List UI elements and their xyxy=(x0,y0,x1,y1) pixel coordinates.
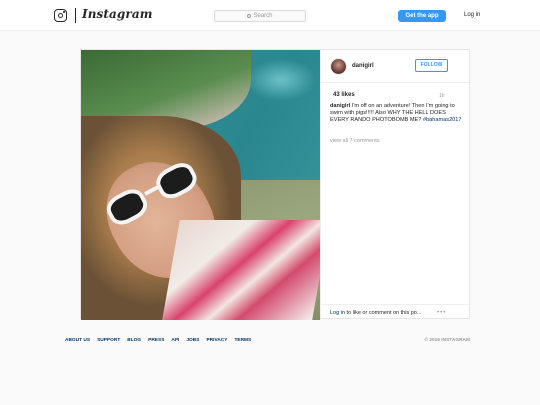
footer-link-press[interactable]: PRESS xyxy=(148,338,164,343)
search-input[interactable]: Search xyxy=(214,10,306,22)
footer: ABOUT US SUPPORT BLOG PRESS API JOBS PRI… xyxy=(65,338,470,346)
login-to-comment-prompt: Log in to like or comment on this po... xyxy=(330,310,434,316)
post-card: danigirl FOLLOW 43 likes 1h danigirl I'm… xyxy=(80,49,471,320)
follow-button[interactable]: FOLLOW xyxy=(415,59,448,72)
footer-nav: ABOUT US SUPPORT BLOG PRESS API JOBS PRI… xyxy=(65,338,251,343)
post-caption: danigirl I'm off on an adventure! Then I… xyxy=(330,103,464,124)
post-photo[interactable] xyxy=(81,50,320,320)
footer-link-terms[interactable]: TERMS xyxy=(234,338,251,343)
footer-link-blog[interactable]: BLOG xyxy=(127,338,141,343)
footer-link-jobs[interactable]: JOBS xyxy=(186,338,199,343)
sunglasses-lens-right xyxy=(151,158,202,204)
get-the-app-button[interactable]: Get the app xyxy=(398,10,446,22)
login-link[interactable]: Log in xyxy=(464,12,480,18)
comment-login-link[interactable]: Log in xyxy=(330,310,345,316)
post-age[interactable]: 1h xyxy=(439,93,445,99)
search-placeholder: Search xyxy=(253,13,273,19)
avatar[interactable] xyxy=(330,58,347,75)
caption-author[interactable]: danigirl xyxy=(330,103,350,109)
more-options-icon[interactable]: ••• xyxy=(437,310,446,316)
likes-count[interactable]: 43 likes xyxy=(333,92,355,98)
top-navigation-bar: Instagram Search Get the app Log in xyxy=(0,0,540,31)
comment-prompt-text: to like or comment on this po... xyxy=(345,310,422,316)
instagram-wordmark[interactable]: Instagram xyxy=(82,7,153,21)
post-header: danigirl FOLLOW xyxy=(321,50,471,83)
post-username[interactable]: danigirl xyxy=(352,63,374,69)
footer-link-privacy[interactable]: PRIVACY xyxy=(206,338,227,343)
instagram-camera-icon[interactable] xyxy=(54,9,67,22)
photo-scarf-shape xyxy=(162,220,320,320)
footer-link-api[interactable]: API xyxy=(171,338,179,343)
comment-bar: Log in to like or comment on this po... … xyxy=(321,304,471,320)
search-icon xyxy=(247,13,252,18)
post-sidebar: danigirl FOLLOW 43 likes 1h danigirl I'm… xyxy=(320,50,471,320)
camera-lens-shape xyxy=(57,12,63,18)
hashtag-link[interactable]: #bahamas2017 xyxy=(423,117,462,123)
footer-link-about-us[interactable]: ABOUT US xyxy=(65,338,90,343)
camera-dot-shape xyxy=(63,11,65,13)
view-all-comments-link[interactable]: view all 7 comments xyxy=(330,138,380,144)
footer-link-support[interactable]: SUPPORT xyxy=(97,338,120,343)
logo-divider xyxy=(75,8,76,23)
copyright: © 2016 INSTAGRAM xyxy=(424,338,470,343)
